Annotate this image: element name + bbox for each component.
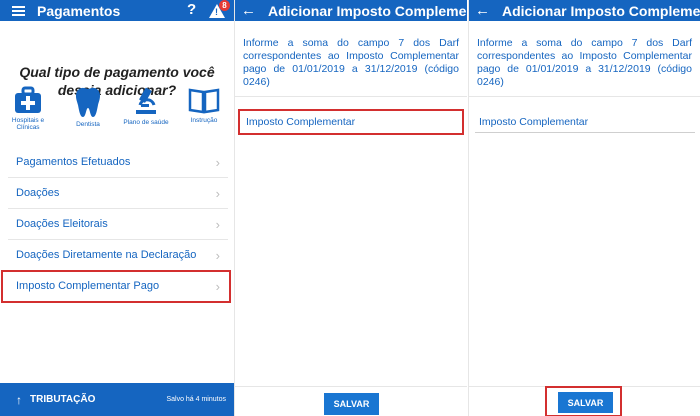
field-label: Imposto Complementar — [479, 115, 589, 128]
app-bar: Pagamentos — [0, 0, 234, 21]
help-icon[interactable]: ? — [187, 1, 196, 18]
category-plano-saude[interactable]: Plano de saúde — [118, 86, 174, 126]
save-button[interactable]: SALVAR — [558, 392, 613, 413]
menu-item-imposto-complementar[interactable]: Imposto Complementar Pago › — [1, 270, 231, 303]
add-tax-screen-step2: ← Adicionar Imposto Complementar Informe… — [469, 0, 700, 416]
category-dentista[interactable]: Dentista — [66, 86, 110, 128]
info-text: Informe a soma do campo 7 dos Darf corre… — [243, 37, 459, 88]
payments-screen: Pagamentos ? ! 8 Qual tipo de pagamento … — [0, 0, 234, 416]
tributacao-label: TRIBUTAÇÃO — [30, 394, 96, 405]
save-button[interactable]: SALVAR — [324, 393, 379, 415]
chevron-right-icon: › — [215, 278, 220, 294]
menu-item-label: Pagamentos Efetuados — [16, 156, 131, 168]
book-icon — [188, 88, 220, 114]
app-bar: ← Adicionar Imposto Complementar — [235, 0, 467, 21]
add-tax-screen-step1: ← Adicionar Imposto Complementar Informe… — [235, 0, 467, 416]
divider — [235, 96, 467, 97]
notification-badge: 8 — [219, 0, 230, 11]
screenshot-composite: Pagamentos ? ! 8 Qual tipo de pagamento … — [0, 0, 700, 416]
chevron-right-icon: › — [215, 185, 220, 201]
menu-item-label: Doações — [16, 187, 60, 199]
footer: SALVAR — [469, 386, 700, 416]
menu-item-pagamentos-efetuados[interactable]: Pagamentos Efetuados › — [8, 147, 228, 178]
menu-item-label: Imposto Complementar Pago — [16, 280, 160, 292]
menu-item-label: Doações Eleitorais — [16, 218, 108, 230]
microscope-icon — [136, 87, 156, 114]
back-arrow-icon[interactable]: ← — [475, 2, 490, 19]
category-hospitais[interactable]: Hospitais e Clínicas — [4, 86, 52, 131]
tooth-icon — [75, 87, 101, 117]
app-bar: ← Adicionar Imposto Complementar — [469, 0, 700, 21]
first-aid-kit-icon — [15, 86, 41, 113]
category-label: Hospitais e Clínicas — [11, 117, 45, 131]
imposto-complementar-field[interactable]: Imposto Complementar — [238, 109, 464, 135]
back-arrow-icon[interactable]: ← — [241, 2, 256, 19]
divider — [469, 96, 700, 97]
menu-item-doacoes-declaracao[interactable]: Doações Diretamente na Declaração › — [8, 240, 228, 271]
chevron-right-icon: › — [215, 247, 220, 263]
hamburger-menu-icon[interactable] — [12, 5, 25, 16]
warning-exclamation: ! — [215, 7, 218, 17]
menu-item-label: Doações Diretamente na Declaração — [16, 249, 197, 261]
category-label: Plano de saúde — [123, 119, 169, 126]
category-label: Instrução — [190, 117, 218, 124]
payment-menu: Pagamentos Efetuados › Doações › Doações… — [1, 147, 231, 303]
page-title: Adicionar Imposto Complementar — [502, 2, 700, 19]
chevron-right-icon: › — [215, 216, 220, 232]
category-label: Dentista — [76, 121, 100, 128]
chevron-right-icon: › — [215, 154, 220, 170]
category-instrucao[interactable]: Instrução — [182, 86, 226, 124]
saved-status: Salvo há 4 minutos — [166, 396, 226, 403]
footer: SALVAR — [235, 386, 467, 416]
field-label: Imposto Complementar — [246, 116, 356, 128]
menu-item-doacoes-eleitorais[interactable]: Doações Eleitorais › — [8, 209, 228, 240]
menu-item-doacoes[interactable]: Doações › — [8, 178, 228, 209]
imposto-complementar-field[interactable]: Imposto Complementar — [475, 111, 695, 133]
tributacao-bar[interactable]: ↑ TRIBUTAÇÃO Salvo há 4 minutos — [0, 383, 234, 416]
arrow-up-icon: ↑ — [16, 392, 22, 407]
info-text: Informe a soma do campo 7 dos Darf corre… — [477, 37, 692, 88]
category-grid: Hospitais e Clínicas Dentista Plano de s… — [0, 86, 234, 146]
page-title: Pagamentos — [37, 2, 121, 19]
page-title: Adicionar Imposto Complementar — [268, 2, 467, 19]
